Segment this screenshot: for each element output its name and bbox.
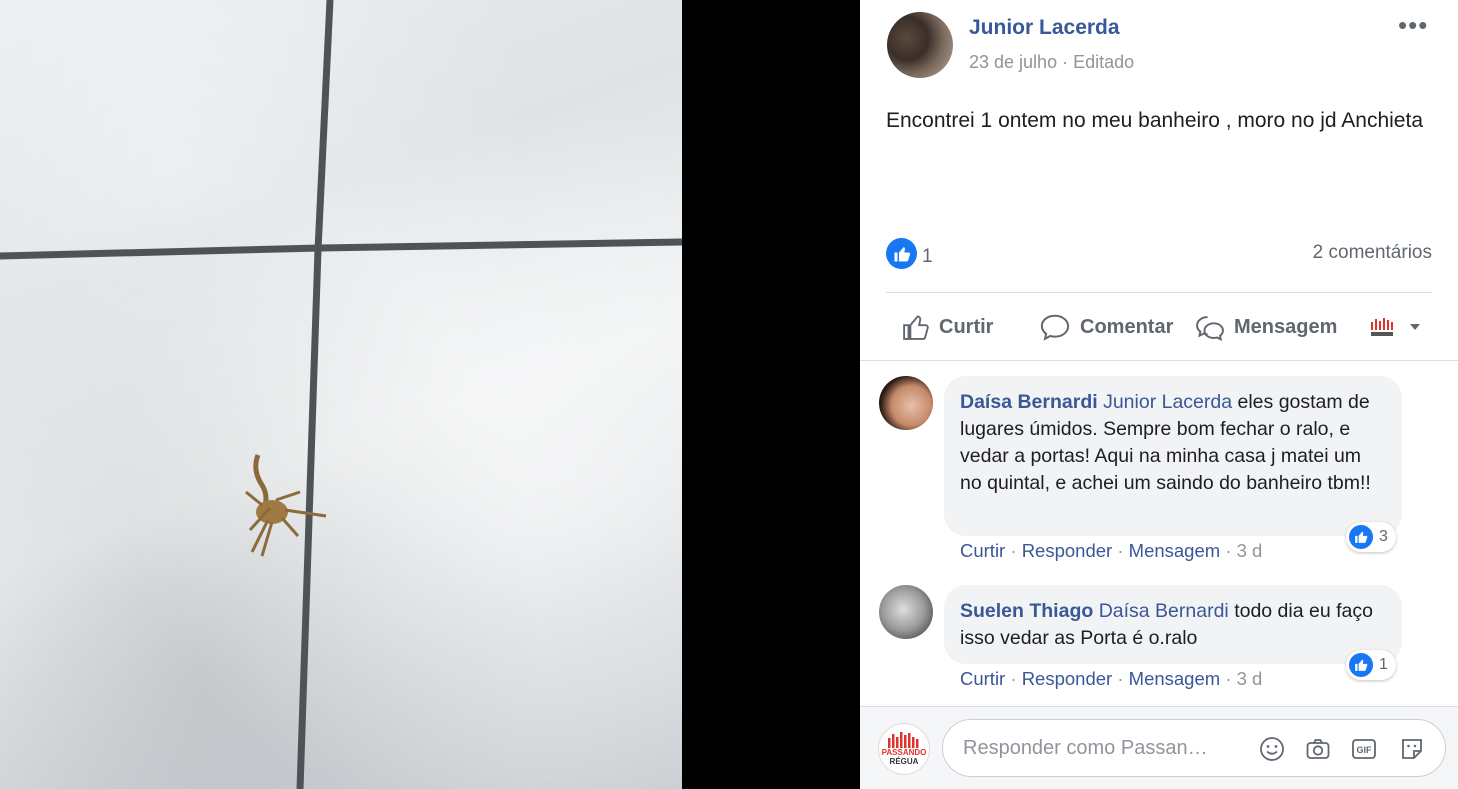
comment-button[interactable]: Comentar <box>1038 307 1173 347</box>
thumbs-up-icon <box>903 315 929 340</box>
reply-placeholder: Responder como Passan… <box>963 737 1208 759</box>
sticker-icon[interactable] <box>1399 736 1425 762</box>
page-selector-button[interactable] <box>1370 307 1430 347</box>
sound-bars-icon <box>888 732 919 748</box>
author-name[interactable]: Junior Lacerda <box>969 16 1120 40</box>
comment-actions: Curtir · Responder · Mensagem · 3 d <box>960 540 1262 562</box>
separator: · <box>1225 540 1237 561</box>
tile-grout-lines <box>0 0 682 789</box>
post-panel: Junior Lacerda 23 de julho · Editado •••… <box>860 0 1458 789</box>
commenter-avatar[interactable] <box>879 376 933 430</box>
commenter-name[interactable]: Suelen Thiago <box>960 600 1093 622</box>
comment-label: Comentar <box>1080 315 1174 338</box>
comment-mention[interactable]: Daísa Bernardi <box>1099 600 1229 622</box>
svg-text:GIF: GIF <box>1357 745 1373 755</box>
comment-reactions[interactable]: 3 <box>1346 522 1396 552</box>
reaction-count: 1 <box>1379 656 1388 673</box>
comment-like-link[interactable]: Curtir <box>960 668 1005 689</box>
separator: · <box>1010 540 1022 561</box>
meta-separator: · <box>1062 52 1074 72</box>
comment-mention[interactable]: Junior Lacerda <box>1103 391 1232 413</box>
comment-bubble-icon <box>1040 314 1070 341</box>
page-avatar[interactable]: PASSANDO RÉGUA <box>878 723 930 775</box>
more-options-icon[interactable]: ••• <box>1398 10 1428 41</box>
lightbox-background <box>682 0 860 789</box>
reply-input[interactable]: Responder como Passan… GIF <box>942 719 1446 777</box>
separator: · <box>1225 668 1237 689</box>
page-logo-text: RÉGUA <box>889 757 919 766</box>
message-label: Mensagem <box>1234 315 1338 338</box>
comment-message-link[interactable]: Mensagem <box>1129 668 1221 689</box>
author-avatar[interactable] <box>887 12 953 78</box>
like-reaction-icon[interactable] <box>886 238 917 269</box>
reply-bar: PASSANDO RÉGUA Responder como Passan… GI… <box>860 706 1458 789</box>
comment-reply-link[interactable]: Responder <box>1022 668 1113 689</box>
divider <box>860 360 1458 361</box>
like-reaction-icon <box>1349 525 1373 549</box>
comment-bubble: Suelen Thiago Daísa Bernardi todo dia eu… <box>944 585 1402 664</box>
post-meta: 23 de julho · Editado <box>969 52 1134 73</box>
comment-like-link[interactable]: Curtir <box>960 540 1005 561</box>
comment-time[interactable]: 3 d <box>1237 668 1263 689</box>
comment-reactions[interactable]: 1 <box>1346 650 1396 680</box>
like-reaction-icon <box>1349 653 1373 677</box>
chevron-down-icon <box>1410 324 1420 330</box>
comment-reply-link[interactable]: Responder <box>1022 540 1113 561</box>
comment-bubble: Daísa Bernardi Junior Lacerda eles gosta… <box>944 376 1402 536</box>
separator: · <box>1010 668 1022 689</box>
page-logo-icon <box>1371 318 1393 336</box>
gif-icon[interactable]: GIF <box>1351 736 1377 762</box>
divider <box>886 292 1432 293</box>
commenter-avatar[interactable] <box>879 585 933 639</box>
post-date[interactable]: 23 de julho <box>969 52 1057 72</box>
messenger-icon <box>1196 316 1224 342</box>
reaction-count: 3 <box>1379 528 1388 545</box>
comment-count[interactable]: 2 comentários <box>1313 242 1432 264</box>
like-button[interactable]: Curtir <box>901 307 993 347</box>
like-label: Curtir <box>939 315 994 338</box>
edited-label[interactable]: Editado <box>1073 52 1134 72</box>
comment-actions: Curtir · Responder · Mensagem · 3 d <box>960 668 1262 690</box>
post-photo[interactable] <box>0 0 682 789</box>
camera-icon[interactable] <box>1305 736 1331 762</box>
emoji-icon[interactable] <box>1259 736 1285 762</box>
comment-message-link[interactable]: Mensagem <box>1129 540 1221 561</box>
message-button[interactable]: Mensagem <box>1194 307 1337 347</box>
comment-time[interactable]: 3 d <box>1237 540 1263 561</box>
separator: · <box>1117 668 1129 689</box>
like-count[interactable]: 1 <box>922 246 933 268</box>
commenter-name[interactable]: Daísa Bernardi <box>960 391 1098 413</box>
post-text: Encontrei 1 ontem no meu banheiro , moro… <box>886 109 1423 132</box>
page-logo-text: PASSANDO <box>881 748 927 757</box>
separator: · <box>1117 540 1129 561</box>
